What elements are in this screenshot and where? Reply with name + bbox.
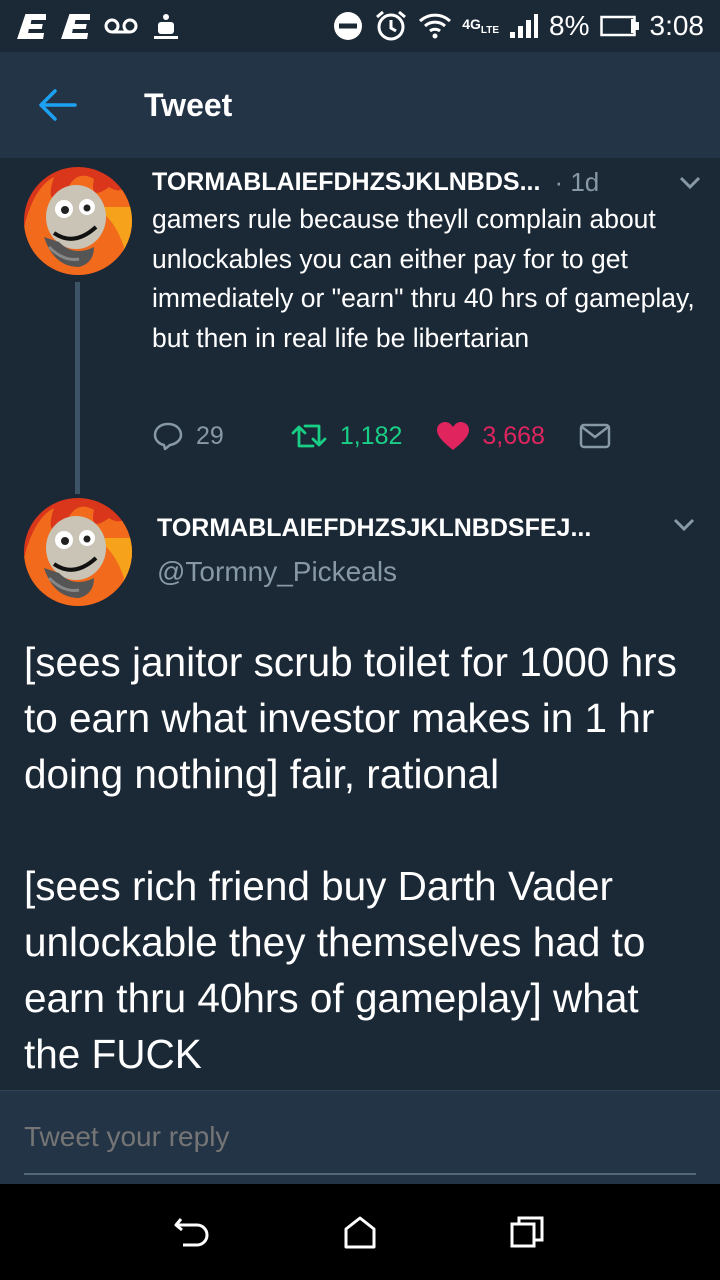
tweet-text: [sees janitor scrub toilet for 1000 hrs … [24,639,677,1077]
status-bar: 4GLTE 8% 3:08 [0,0,720,52]
heart-icon [437,422,470,450]
display-name[interactable]: TORMABLAIEFDHZSJKLNBDSFEJ... [157,514,591,543]
nav-recents-button[interactable] [487,1192,567,1272]
avatar[interactable] [24,498,132,606]
user-handle[interactable]: @Tormny_Pickeals [157,556,397,588]
chevron-down-icon [679,176,701,190]
tweet-header: TORMABLAIEFDHZSJKLNBDS... · 1d [152,164,712,200]
nav-back-button[interactable] [153,1192,233,1272]
page-title: Tweet [144,86,233,123]
message-action[interactable] [579,423,611,449]
battery-icon [599,15,639,37]
tweet-menu-button[interactable] [672,516,696,537]
reply-icon [153,422,183,451]
notification-icons [16,11,180,41]
wifi-icon [419,13,452,39]
alarm-icon [376,10,407,41]
battery-percent: 8% [549,10,590,41]
network-type: 4GLTE [462,16,500,36]
back-button[interactable] [22,70,92,140]
tweet-thread: TORMABLAIEFDHZSJKLNBDS... · 1d gamers ru… [0,158,720,1090]
recents-icon [510,1216,544,1248]
retweet-action[interactable]: 1,182 [290,421,403,451]
tweet-text: gamers rule because theyll complain abou… [152,204,695,353]
avatar-image [24,167,132,275]
notification-e-icon [17,14,46,39]
envelope-icon [579,423,611,449]
system-status: 4GLTE 8% 3:08 [332,9,704,43]
navigation-bar [0,1184,720,1280]
display-name[interactable]: TORMABLAIEFDHZSJKLNBDS... [152,168,540,197]
reply-action[interactable]: 29 [152,421,224,451]
avatar-image [24,498,132,606]
reply-bar [0,1090,720,1184]
retweet-count: 1,182 [339,421,403,450]
nav-home-button[interactable] [320,1192,400,1272]
home-icon [344,1216,376,1249]
thread-line [75,282,80,494]
app-bar: Tweet [0,52,720,158]
chevron-down-icon [673,518,695,532]
reply-underline [24,1173,696,1175]
back-icon [174,1218,209,1247]
notification-e-icon [61,14,90,39]
tweet-actions: 29 1,182 3,668 [152,416,611,456]
tweet-time: · 1d [554,166,600,197]
dnd-icon [334,12,363,40]
voicemail-icon [104,18,138,34]
like-count: 3,668 [482,421,545,450]
arrow-left-icon [39,89,77,121]
retweet-icon [291,424,327,448]
clock: 3:08 [649,10,705,41]
avatar[interactable] [24,167,132,275]
reply-input[interactable] [24,1121,385,1153]
signal-icon [510,14,539,38]
tweet-menu-button[interactable] [678,174,702,190]
like-action[interactable]: 3,668 [436,421,545,451]
reply-count: 29 [196,421,224,450]
android-notification-icon [154,14,178,39]
